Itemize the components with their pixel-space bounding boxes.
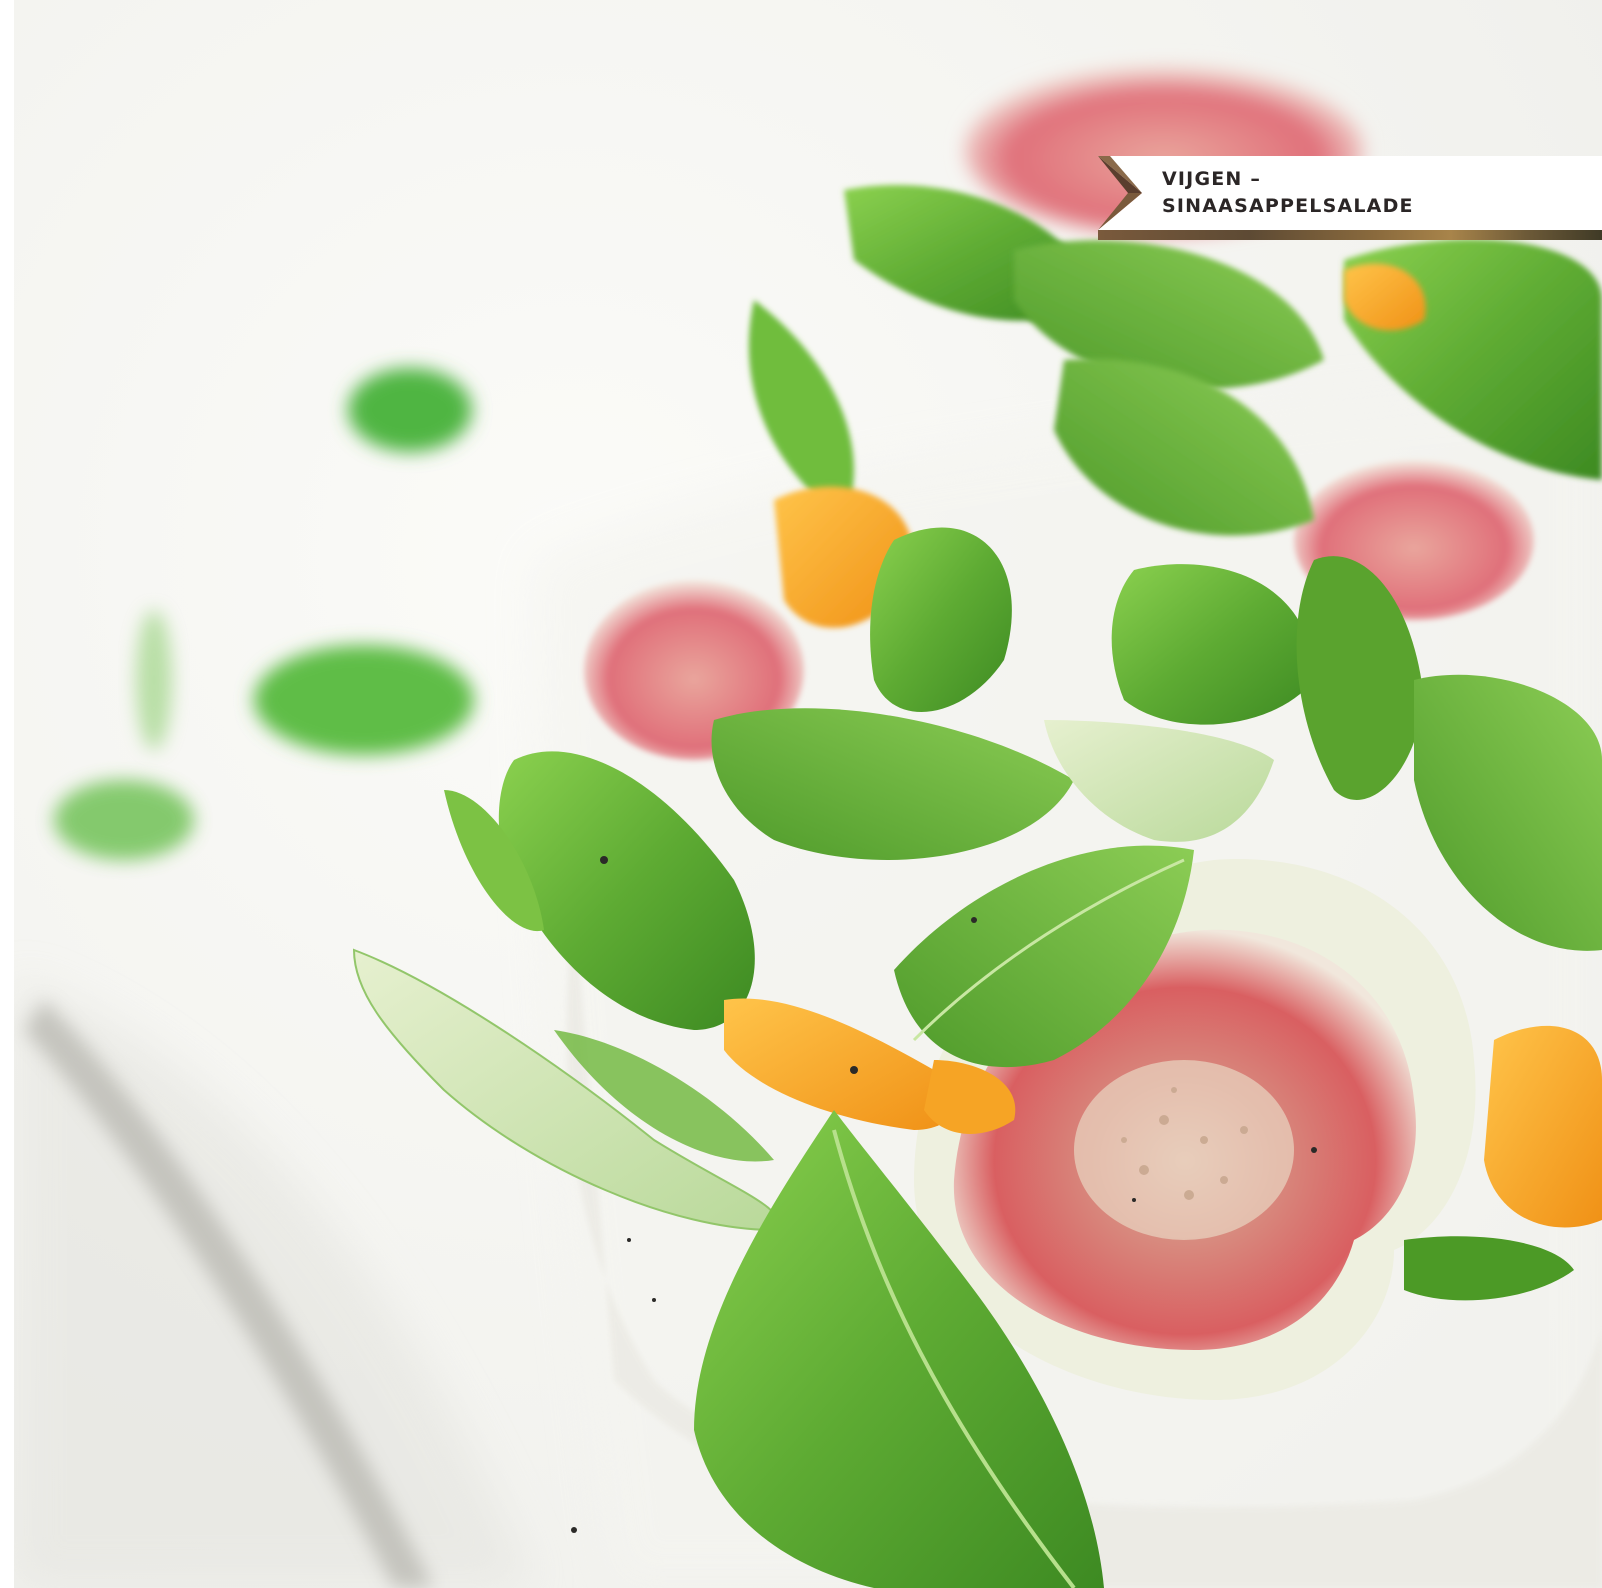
recipe-title-banner: VIJGEN – SINAASAPPELSALADE: [1098, 156, 1602, 242]
banner-accent-stripe: [1098, 230, 1602, 240]
recipe-page: VIJGEN – SINAASAPPELSALADE: [0, 0, 1602, 1588]
recipe-title: VIJGEN – SINAASAPPELSALADE: [1162, 166, 1414, 220]
recipe-title-line-2: SINAASAPPELSALADE: [1162, 195, 1414, 217]
recipe-title-line-1: VIJGEN –: [1162, 168, 1262, 190]
banner-fold-icon: [1098, 156, 1142, 230]
page-margin: [0, 0, 14, 1588]
